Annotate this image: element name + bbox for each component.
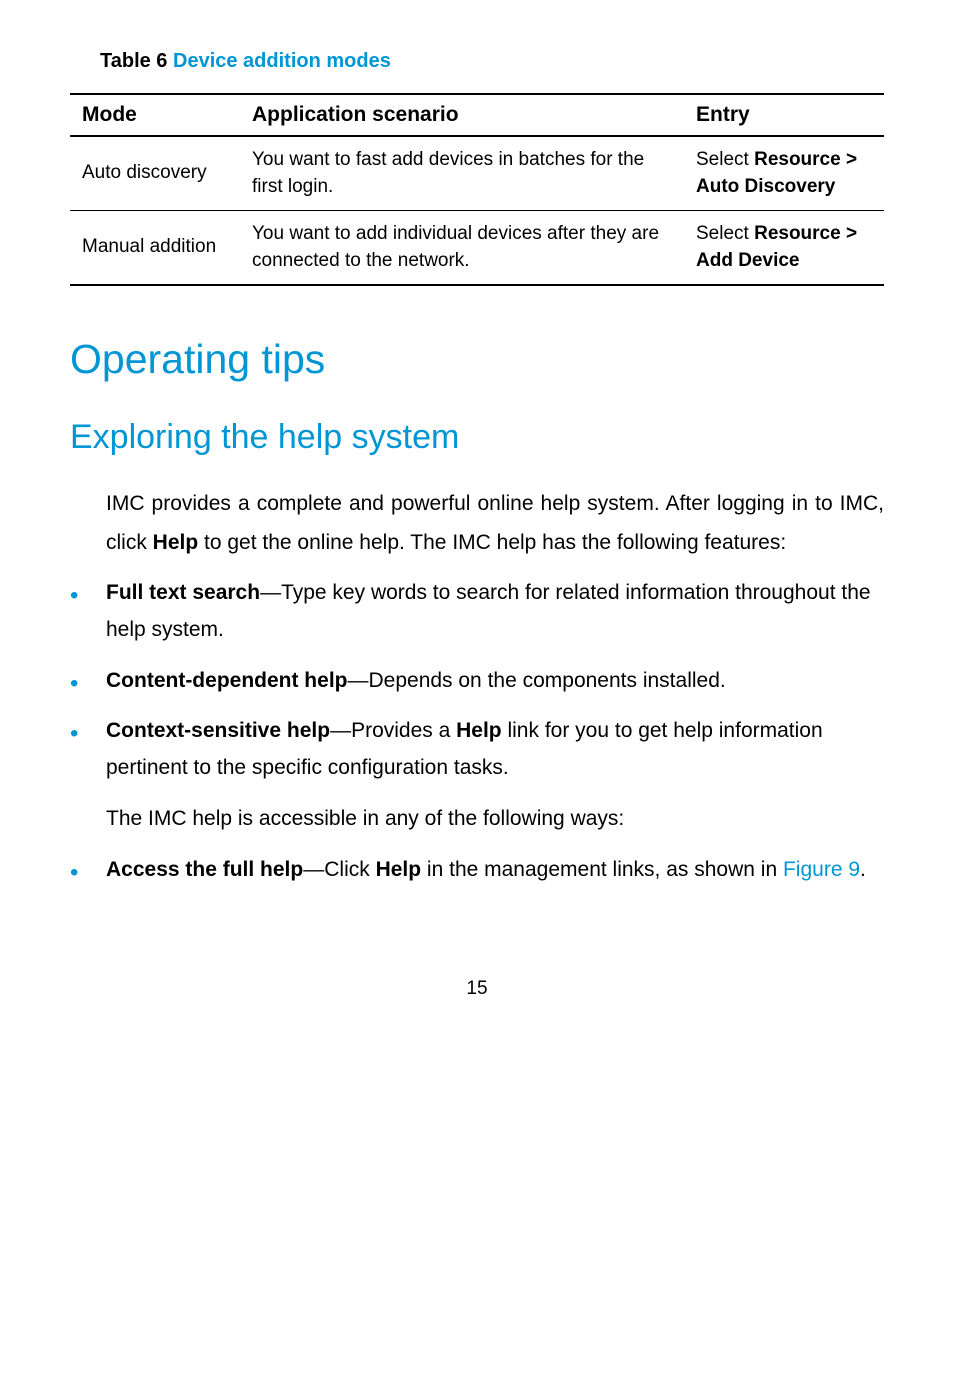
list-item: Access the full help—Click Help in the m… [70,852,884,889]
page-number: 15 [70,978,884,1000]
cell-scenario: You want to fast add devices in batches … [240,136,684,211]
list-item: Full text search—Type key words to searc… [70,575,884,649]
heading-exploring-help: Exploring the help system [70,418,884,457]
figure-link[interactable]: Figure 9 [783,858,860,881]
cell-mode: Manual addition [70,211,240,286]
cell-entry: Select Resource > Auto Discovery [684,136,884,211]
features-list: Full text search—Type key words to searc… [70,575,884,787]
cell-entry: Select Resource > Add Device [684,211,884,286]
device-modes-table: Mode Application scenario Entry Auto dis… [70,93,884,286]
table-caption-title: Device addition modes [173,50,391,72]
th-mode: Mode [70,94,240,136]
list-item: Content-dependent help—Depends on the co… [70,663,884,700]
th-entry: Entry [684,94,884,136]
cell-scenario: You want to add individual devices after… [240,211,684,286]
table-caption-label: Table 6 [100,50,173,72]
heading-operating-tips: Operating tips [70,336,884,383]
access-list: Access the full help—Click Help in the m… [70,852,884,889]
intro-paragraph: IMC provides a complete and powerful onl… [106,485,884,563]
table-caption: Table 6 Device addition modes [100,50,884,73]
th-scenario: Application scenario [240,94,684,136]
accessible-ways-text: The IMC help is accessible in any of the… [106,801,884,838]
table-row: Auto discovery You want to fast add devi… [70,136,884,211]
cell-mode: Auto discovery [70,136,240,211]
list-item: Context-sensitive help—Provides a Help l… [70,713,884,787]
table-row: Manual addition You want to add individu… [70,211,884,286]
